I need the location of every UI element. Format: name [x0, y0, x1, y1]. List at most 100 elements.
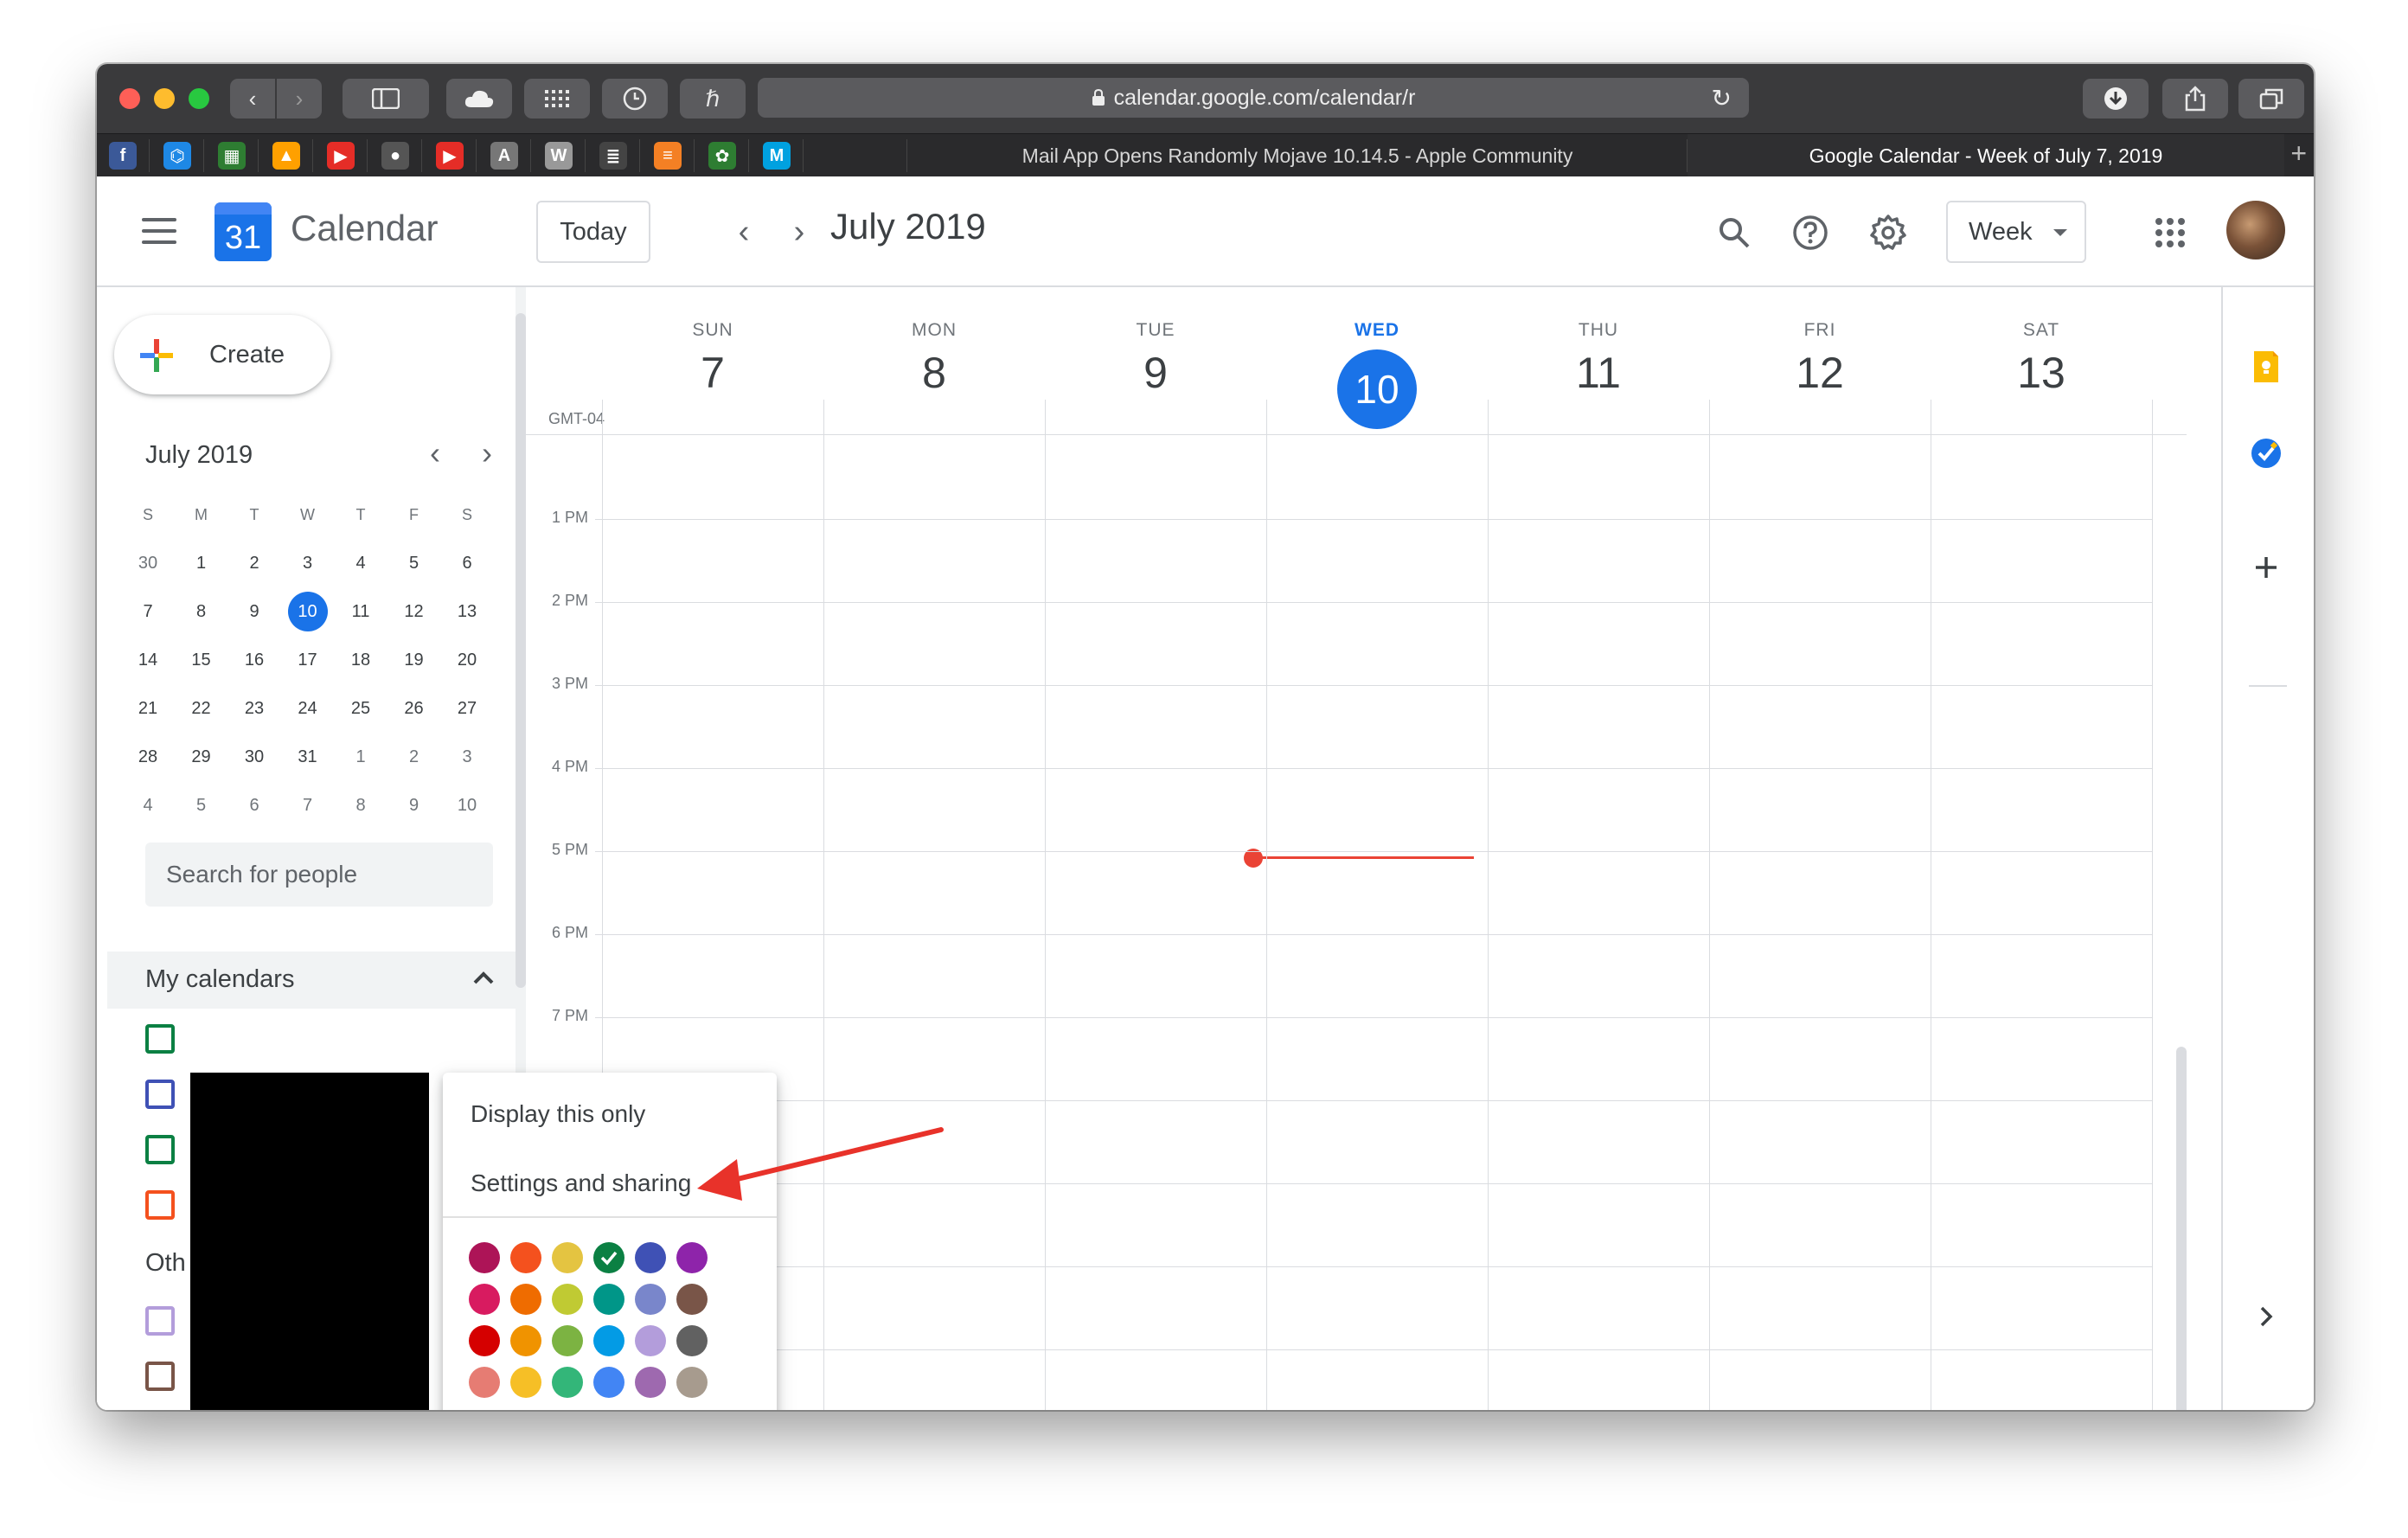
color-swatch[interactable]: [635, 1284, 666, 1315]
mini-day[interactable]: 29: [182, 737, 221, 777]
mini-day[interactable]: 4: [341, 543, 381, 583]
mini-day[interactable]: 2: [394, 737, 434, 777]
mini-day[interactable]: 14: [128, 640, 168, 680]
account-avatar[interactable]: [2226, 201, 2285, 260]
date-button[interactable]: 13: [1931, 348, 2152, 398]
mini-day[interactable]: 20: [447, 640, 487, 680]
my-calendar-checkbox[interactable]: [145, 1190, 175, 1220]
mini-day[interactable]: 26: [394, 689, 434, 728]
mini-day[interactable]: 7: [288, 785, 328, 825]
mini-day[interactable]: 30: [234, 737, 274, 777]
color-swatch[interactable]: [510, 1242, 541, 1273]
today-button[interactable]: Today: [536, 201, 650, 263]
zoom-window-button[interactable]: [189, 88, 209, 109]
color-swatch[interactable]: [593, 1242, 624, 1273]
grid-scrollbar[interactable]: [2176, 1047, 2187, 1410]
display-this-only-item[interactable]: Display this only: [443, 1083, 777, 1145]
history-button[interactable]: [602, 79, 668, 119]
mini-day[interactable]: 3: [288, 543, 328, 583]
mini-day[interactable]: 5: [394, 543, 434, 583]
mini-day[interactable]: 30: [128, 543, 168, 583]
close-window-button[interactable]: [119, 88, 140, 109]
color-swatch[interactable]: [510, 1284, 541, 1315]
mini-day[interactable]: 11: [341, 592, 381, 631]
mini-day[interactable]: 22: [182, 689, 221, 728]
color-swatch[interactable]: [593, 1325, 624, 1356]
mini-day[interactable]: 25: [341, 689, 381, 728]
color-swatch[interactable]: [469, 1242, 500, 1273]
grid-app-icon[interactable]: ▦: [218, 142, 246, 170]
mini-day[interactable]: 21: [128, 689, 168, 728]
color-swatch[interactable]: [635, 1367, 666, 1398]
color-swatch[interactable]: [469, 1325, 500, 1356]
mini-day[interactable]: 6: [447, 543, 487, 583]
view-switcher-button[interactable]: Week: [1946, 201, 2086, 263]
color-swatch[interactable]: [510, 1325, 541, 1356]
mini-day[interactable]: 19: [394, 640, 434, 680]
settings-and-sharing-item[interactable]: Settings and sharing: [443, 1152, 777, 1214]
a-app-icon[interactable]: A: [490, 142, 518, 170]
app-icon[interactable]: ⌬: [163, 142, 191, 170]
mini-day[interactable]: 6: [234, 785, 274, 825]
mini-day[interactable]: 18: [341, 640, 381, 680]
keep-icon[interactable]: [2249, 349, 2283, 384]
apple-icon[interactable]: ●: [381, 142, 409, 170]
icloud-button[interactable]: [446, 79, 512, 119]
color-swatch[interactable]: [552, 1284, 583, 1315]
mini-day[interactable]: 8: [182, 592, 221, 631]
sidebar-toggle-button[interactable]: [343, 79, 429, 119]
mini-day[interactable]: 10: [447, 785, 487, 825]
next-week-button[interactable]: ›: [782, 215, 817, 249]
mini-day[interactable]: 12: [394, 592, 434, 631]
mini-day[interactable]: 16: [234, 640, 274, 680]
color-swatch[interactable]: [676, 1325, 708, 1356]
tabs-overview-button[interactable]: [2238, 79, 2304, 119]
mini-day[interactable]: 13: [447, 592, 487, 631]
date-button[interactable]: 9: [1045, 348, 1266, 398]
my-calendar-checkbox[interactable]: [145, 1080, 175, 1109]
extension-button[interactable]: ℏ: [680, 79, 746, 119]
mini-day[interactable]: 28: [128, 737, 168, 777]
mini-day[interactable]: 9: [394, 785, 434, 825]
mini-day[interactable]: 1: [182, 543, 221, 583]
youtube-icon[interactable]: ▶: [327, 142, 355, 170]
add-addon-icon[interactable]: [2249, 550, 2283, 585]
downloads-button[interactable]: [2083, 79, 2149, 119]
search-people-input[interactable]: [145, 843, 493, 907]
color-swatch[interactable]: [635, 1325, 666, 1356]
mini-day[interactable]: 1: [341, 737, 381, 777]
other-calendar-checkbox[interactable]: [145, 1362, 175, 1391]
search-button[interactable]: [1714, 213, 1754, 253]
tab-google-calendar[interactable]: Google Calendar - Week of July 7, 2019: [1688, 134, 2284, 177]
reload-icon[interactable]: ↻: [1712, 84, 1732, 112]
date-button[interactable]: 7: [602, 348, 823, 398]
my-calendar-checkbox[interactable]: [145, 1024, 175, 1054]
color-swatch[interactable]: [635, 1242, 666, 1273]
my-calendar-checkbox[interactable]: [145, 1135, 175, 1164]
date-button[interactable]: 12: [1709, 348, 1931, 398]
my-calendars-header[interactable]: My calendars: [107, 952, 516, 1009]
new-tab-button[interactable]: +: [2290, 138, 2307, 170]
mini-day[interactable]: 23: [234, 689, 274, 728]
mini-day[interactable]: 27: [447, 689, 487, 728]
create-button[interactable]: Create: [114, 315, 330, 394]
share-button[interactable]: [2162, 79, 2228, 119]
color-swatch[interactable]: [510, 1367, 541, 1398]
support-button[interactable]: [1790, 213, 1830, 253]
mini-day[interactable]: 7: [128, 592, 168, 631]
color-swatch[interactable]: [593, 1367, 624, 1398]
color-swatch[interactable]: [469, 1367, 500, 1398]
main-menu-button[interactable]: [142, 218, 176, 246]
sidebar-scroll-thumb[interactable]: [516, 313, 526, 988]
color-swatch[interactable]: [552, 1242, 583, 1273]
settings-button[interactable]: [1868, 213, 1908, 253]
minimize-window-button[interactable]: [154, 88, 175, 109]
mini-day[interactable]: 5: [182, 785, 221, 825]
tasks-icon[interactable]: [2249, 436, 2283, 471]
tab-apple-community[interactable]: Mail App Opens Randomly Mojave 10.14.5 -…: [908, 134, 1687, 177]
stackoverflow-icon[interactable]: ≡: [654, 142, 682, 170]
firebase-icon[interactable]: ▲: [272, 142, 300, 170]
leaf-app-icon[interactable]: ✿: [708, 142, 736, 170]
color-swatch[interactable]: [552, 1325, 583, 1356]
mini-day[interactable]: 10: [287, 592, 328, 631]
